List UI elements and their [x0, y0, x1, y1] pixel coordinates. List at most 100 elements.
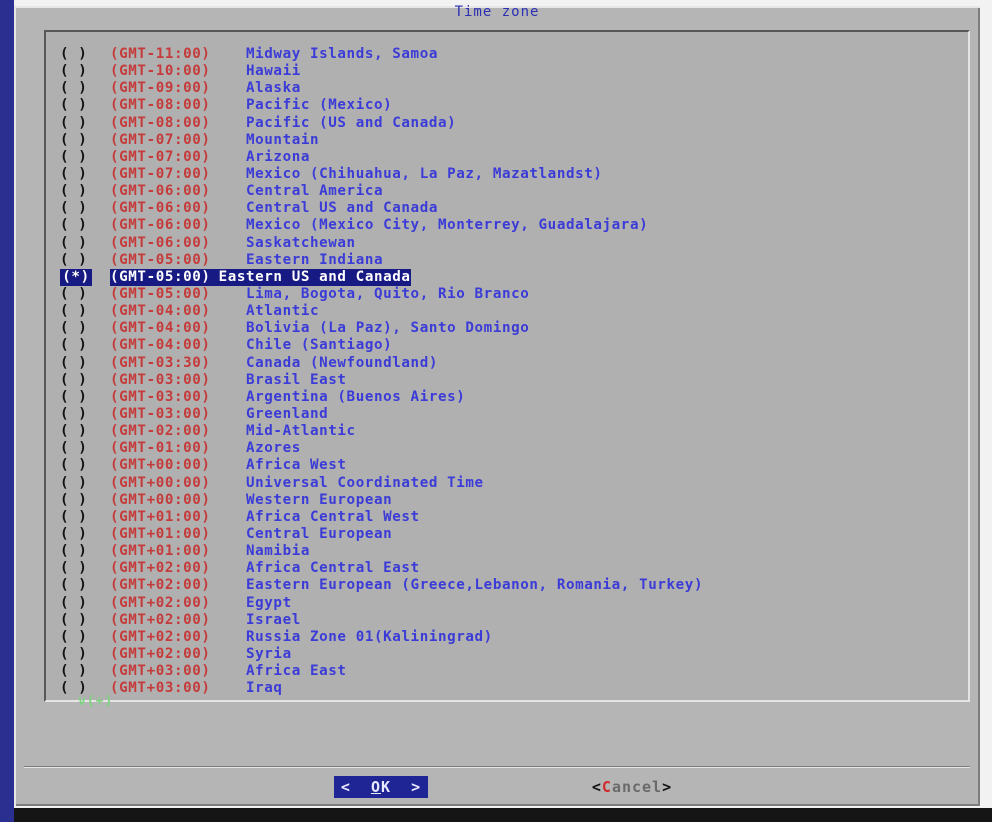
radio-button[interactable]: ( )	[60, 423, 110, 440]
timezone-name: Central European	[246, 525, 393, 542]
timezone-option[interactable]: ( ) (GMT+02:00) Egypt	[60, 595, 968, 612]
radio-button[interactable]: ( )	[60, 629, 110, 646]
timezone-list[interactable]: ( ) (GMT-11:00) Midway Islands, Samoa( ) (G…	[44, 30, 970, 702]
timezone-option[interactable]: ( ) (GMT-02:00) Mid-Atlantic	[60, 423, 968, 440]
radio-button[interactable]: ( )	[60, 440, 110, 457]
timezone-option[interactable]: ( ) (GMT-10:00) Hawaii	[60, 63, 968, 80]
timezone-name: Brasil East	[246, 371, 347, 388]
radio-button[interactable]: ( )	[60, 560, 110, 577]
radio-button[interactable]: ( )	[60, 132, 110, 149]
timezone-option[interactable]: ( ) (GMT+02:00) Russia Zone 01(Kaliningrad…	[60, 629, 968, 646]
timezone-option[interactable]: ( ) (GMT+00:00) Universal Coordinated Time	[60, 475, 968, 492]
radio-button[interactable]: ( )	[60, 526, 110, 543]
timezone-name: Africa East	[246, 663, 347, 680]
radio-button[interactable]: ( )	[60, 389, 110, 406]
radio-button[interactable]: ( )	[60, 235, 110, 252]
timezone-option[interactable]: ( ) (GMT-03:00) Greenland	[60, 406, 968, 423]
timezone-name: Argentina (Buenos Aires)	[246, 388, 466, 405]
timezone-option[interactable]: ( ) (GMT+00:00) Western European	[60, 492, 968, 509]
ok-button-hotkey: O	[370, 778, 381, 796]
radio-button[interactable]: ( )	[60, 115, 110, 132]
radio-button[interactable]: ( )	[60, 200, 110, 217]
radio-button[interactable]: ( )	[60, 646, 110, 663]
timezone-option[interactable]: ( ) (GMT+00:00) Africa West	[60, 457, 968, 474]
timezone-option[interactable]: ( ) (GMT-07:00) Arizona	[60, 149, 968, 166]
radio-button[interactable]: ( )	[60, 475, 110, 492]
timezone-option[interactable]: ( ) (GMT-04:00) Bolivia (La Paz), Santo Do…	[60, 320, 968, 337]
timezone-option[interactable]: ( ) (GMT+03:00) Africa East	[60, 663, 968, 680]
timezone-option[interactable]: ( ) (GMT-05:00) Eastern Indiana	[60, 252, 968, 269]
radio-button[interactable]: ( )	[60, 663, 110, 680]
radio-button[interactable]: ( )	[60, 63, 110, 80]
radio-button[interactable]: ( )	[60, 577, 110, 594]
radio-button[interactable]: ( )	[60, 543, 110, 560]
radio-button[interactable]: ( )	[60, 80, 110, 97]
timezone-option-selected[interactable]: (*) (GMT-05:00) Eastern US and Canada	[60, 268, 968, 286]
cancel-button[interactable]: <Cancel>	[586, 776, 678, 798]
timezone-name: Egypt	[246, 594, 292, 611]
timezone-option[interactable]: ( ) (GMT+02:00) Israel	[60, 612, 968, 629]
radio-button[interactable]: ( )	[60, 337, 110, 354]
radio-button[interactable]: ( )	[60, 97, 110, 114]
scroll-indicator: v(+)	[78, 694, 114, 709]
timezone-name: Chile (Santiago)	[246, 337, 393, 354]
timezone-name: Saskatchewan	[246, 234, 356, 251]
radio-button[interactable]: ( )	[60, 406, 110, 423]
timezone-option[interactable]: ( ) (GMT+01:00) Central European	[60, 526, 968, 543]
radio-button[interactable]: ( )	[60, 320, 110, 337]
radio-button[interactable]: ( )	[60, 183, 110, 200]
timezone-offset: (GMT-03:00)	[110, 388, 211, 405]
timezone-option[interactable]: ( ) (GMT-08:00) Pacific (Mexico)	[60, 97, 968, 114]
timezone-option[interactable]: ( ) (GMT-08:00) Pacific (US and Canada)	[60, 115, 968, 132]
timezone-option[interactable]: ( ) (GMT-04:00) Chile (Santiago)	[60, 337, 968, 354]
radio-button[interactable]: ( )	[60, 509, 110, 526]
timezone-option[interactable]: ( ) (GMT-06:00) Central US and Canada	[60, 200, 968, 217]
timezone-option[interactable]: ( ) (GMT+01:00) Namibia	[60, 543, 968, 560]
timezone-option[interactable]: ( ) (GMT-11:00) Midway Islands, Samoa	[60, 46, 968, 63]
timezone-option[interactable]: ( ) (GMT-09:00) Alaska	[60, 80, 968, 97]
radio-button[interactable]: ( )	[60, 595, 110, 612]
radio-button[interactable]: ( )	[60, 217, 110, 234]
radio-button[interactable]: ( )	[60, 252, 110, 269]
timezone-option[interactable]: ( ) (GMT-03:00) Brasil East	[60, 372, 968, 389]
left-edge-bar	[0, 0, 14, 822]
timezone-option[interactable]: ( ) (GMT+02:00) Eastern European (Greece,L…	[60, 577, 968, 594]
ok-button-left-bracket: <	[340, 778, 351, 796]
cancel-button-close-bracket: >	[662, 778, 673, 796]
timezone-option[interactable]: ( ) (GMT+01:00) Africa Central West	[60, 509, 968, 526]
radio-button[interactable]: ( )	[60, 492, 110, 509]
radio-button[interactable]: (*)	[60, 268, 92, 286]
radio-button[interactable]: ( )	[60, 372, 110, 389]
timezone-option[interactable]: ( ) (GMT-07:00) Mountain	[60, 132, 968, 149]
radio-button[interactable]: ( )	[60, 612, 110, 629]
radio-button[interactable]: ( )	[60, 149, 110, 166]
radio-button[interactable]: ( )	[60, 355, 110, 372]
timezone-option[interactable]: ( ) (GMT-03:00) Argentina (Buenos Aires)	[60, 389, 968, 406]
timezone-offset: (GMT+02:00)	[110, 611, 211, 628]
timezone-option[interactable]: ( ) (GMT-05:00) Lima, Bogota, Quito, Rio B…	[60, 286, 968, 303]
ok-button[interactable]: < OK >	[334, 776, 428, 798]
cancel-button-hotkey: C	[601, 778, 612, 796]
timezone-offset: (GMT+01:00)	[110, 543, 211, 560]
timezone-option[interactable]: ( ) (GMT-06:00) Saskatchewan	[60, 235, 968, 252]
cancel-button-label-rest: ancel	[611, 778, 663, 796]
timezone-option[interactable]: ( ) (GMT-03:30) Canada (Newfoundland)	[60, 355, 968, 372]
timezone-option[interactable]: ( ) (GMT+02:00) Syria	[60, 646, 968, 663]
timezone-option[interactable]: ( ) (GMT-01:00) Azores	[60, 440, 968, 457]
timezone-option[interactable]: ( ) (GMT-06:00) Mexico (Mexico City, Monte…	[60, 217, 968, 234]
radio-button[interactable]: ( )	[60, 303, 110, 320]
radio-button[interactable]: ( )	[60, 286, 110, 303]
timezone-name: Greenland	[246, 405, 329, 422]
radio-button[interactable]: ( )	[60, 457, 110, 474]
radio-button[interactable]: ( )	[60, 166, 110, 183]
timezone-option[interactable]: ( ) (GMT-06:00) Central America	[60, 183, 968, 200]
timezone-offset: (GMT+02:00)	[110, 594, 211, 611]
timezone-offset: (GMT-04:00)	[110, 337, 211, 354]
timezone-option[interactable]: ( ) (GMT-07:00) Mexico (Chihuahua, La Paz,…	[60, 166, 968, 183]
timezone-option[interactable]: ( ) (GMT+03:00) Iraq	[60, 680, 968, 697]
timezone-option[interactable]: ( ) (GMT+02:00) Africa Central East	[60, 560, 968, 577]
radio-button[interactable]: ( )	[60, 46, 110, 63]
timezone-offset: (GMT+00:00)	[110, 491, 211, 508]
timezone-option[interactable]: ( ) (GMT-04:00) Atlantic	[60, 303, 968, 320]
button-separator	[24, 766, 970, 768]
